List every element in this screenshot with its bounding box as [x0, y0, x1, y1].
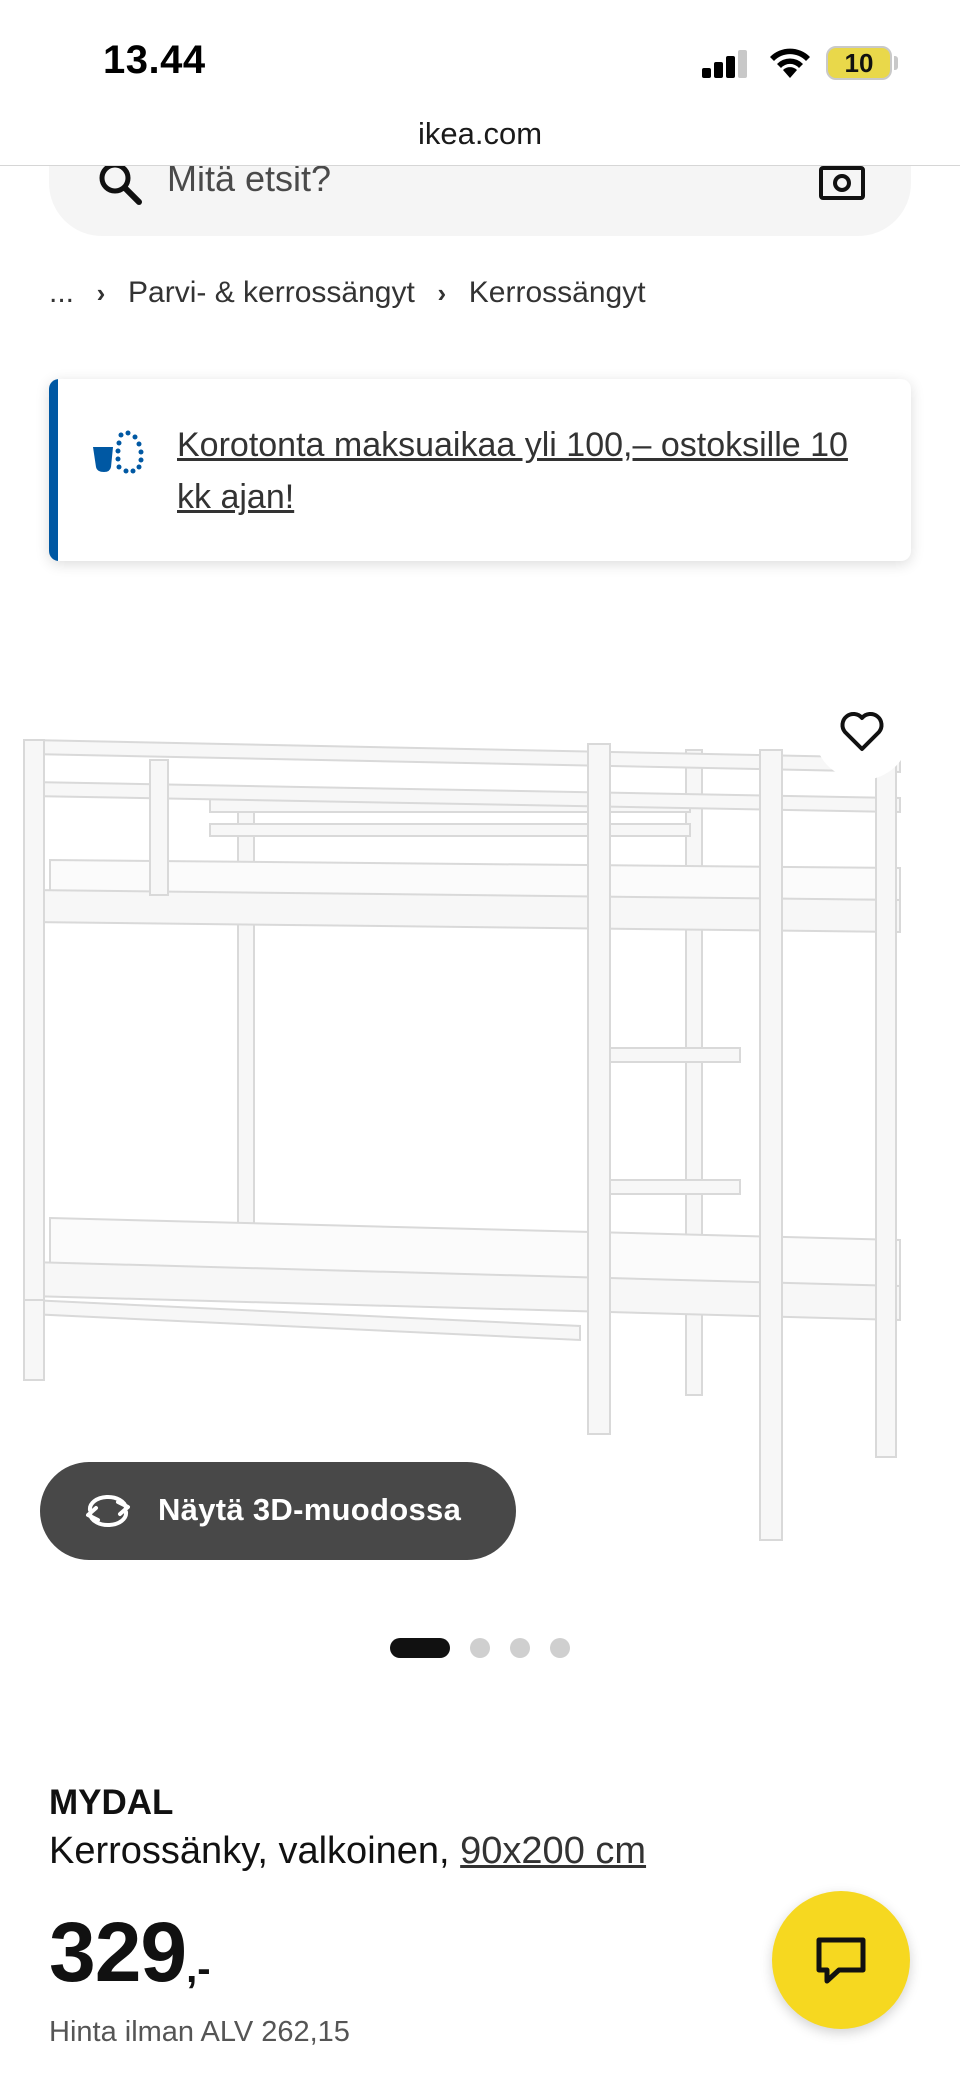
breadcrumb-item-loft-bunk-beds[interactable]: Parvi- & kerrossängyt: [128, 276, 415, 310]
battery-level: 10: [844, 48, 874, 78]
chevron-right-icon: ›: [96, 277, 106, 308]
view-3d-label: Näytä 3D-muodossa: [158, 1492, 462, 1527]
wifi-icon: [770, 48, 810, 78]
price-suffix: ,-: [186, 1947, 211, 1991]
price-without-vat: Hinta ilman ALV 262,15: [49, 2016, 350, 2048]
url-text[interactable]: ikea.com: [0, 116, 960, 152]
chat-button[interactable]: [772, 1891, 910, 2029]
signal-icon: [702, 48, 750, 78]
battery-icon: 10: [826, 46, 892, 80]
chevron-right-icon: ›: [437, 277, 447, 308]
rotate-3d-icon: [86, 1494, 130, 1528]
favorite-button[interactable]: [814, 684, 910, 780]
image-pagination: [390, 1637, 590, 1659]
status-time: 13.44: [103, 38, 206, 82]
pagination-dot-active[interactable]: [390, 1638, 450, 1658]
product-price: 329 ,-: [49, 1910, 211, 1994]
product-name: MYDAL: [49, 1783, 174, 1822]
chat-icon: [816, 1937, 866, 1984]
pagination-dot[interactable]: [550, 1638, 570, 1658]
product-size-link[interactable]: 90x200 cm: [460, 1830, 646, 1872]
battery-tip: [894, 56, 898, 70]
pagination-dot[interactable]: [470, 1638, 490, 1658]
breadcrumb: ... › Parvi- & kerrossängyt › Kerrossäng…: [49, 276, 646, 310]
promo-accent-bar: [49, 379, 58, 561]
breadcrumb-ellipsis[interactable]: ...: [49, 276, 74, 310]
view-3d-button[interactable]: Näytä 3D-muodossa: [40, 1462, 516, 1560]
product-description: Kerrossänky, valkoinen, 90x200 cm: [49, 1830, 646, 1873]
price-value: 329: [49, 1905, 187, 1999]
status-bar: 13.44 10: [0, 0, 960, 110]
heart-icon: [840, 712, 884, 751]
breadcrumb-item-bunk-beds[interactable]: Kerrossängyt: [469, 276, 646, 310]
promo-banner[interactable]: Korotonta maksuaikaa yli 100,– ostoksill…: [49, 379, 911, 561]
pagination-dot[interactable]: [510, 1638, 530, 1658]
installment-icon: [93, 430, 144, 474]
url-bar[interactable]: ikea.com: [0, 110, 960, 166]
promo-link[interactable]: Korotonta maksuaikaa yli 100,– ostoksill…: [177, 419, 889, 523]
product-description-text: Kerrossänky, valkoinen,: [49, 1830, 461, 1872]
camera-icon[interactable]: [819, 162, 865, 200]
search-icon: [99, 162, 142, 205]
